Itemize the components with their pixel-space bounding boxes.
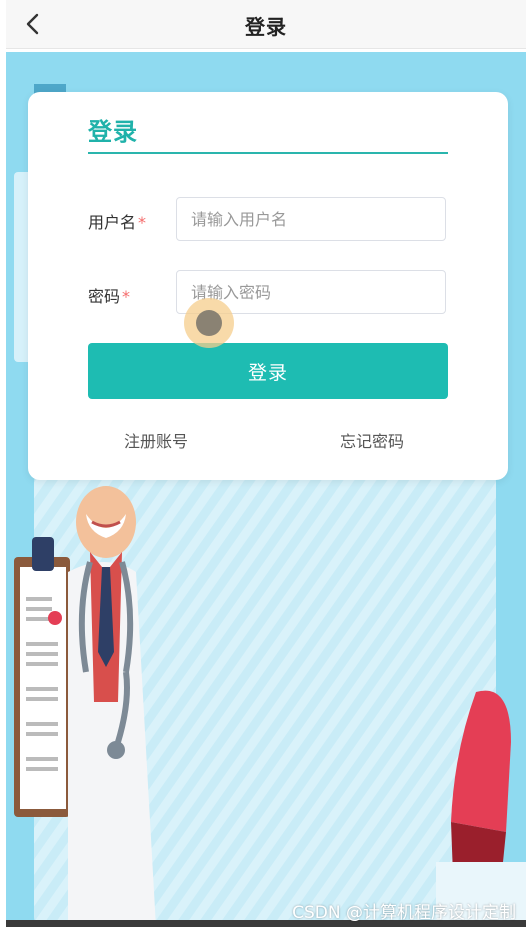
page-title: 登录: [245, 15, 287, 39]
watermark-text: CSDN @计算机程序设计定制: [292, 903, 516, 923]
login-card: 登录 用户名* 密码* 登录 注册账号 忘记密码: [28, 92, 508, 480]
register-link[interactable]: 注册账号: [124, 428, 188, 452]
login-button[interactable]: 登录: [88, 343, 448, 399]
forgot-password-link[interactable]: 忘记密码: [340, 428, 404, 452]
login-page: 登录 登录 用户名 * 请输入用户名 密码 * 登录 注册账号 忘记密码 CSD…: [0, 0, 532, 931]
login-title: 登录: [88, 118, 138, 146]
navigation-bar: 登录: [6, 0, 526, 49]
password-label: 密码 *: [88, 283, 130, 307]
required-mark: *: [122, 287, 131, 306]
touch-indicator: [184, 298, 234, 348]
username-input[interactable]: [176, 197, 446, 241]
username-label-text: 用户名: [88, 213, 137, 232]
password-label-text: 密码: [88, 287, 121, 306]
required-mark: *: [138, 213, 147, 232]
title-divider: [88, 152, 448, 154]
username-label: 用户名 *: [88, 209, 146, 233]
